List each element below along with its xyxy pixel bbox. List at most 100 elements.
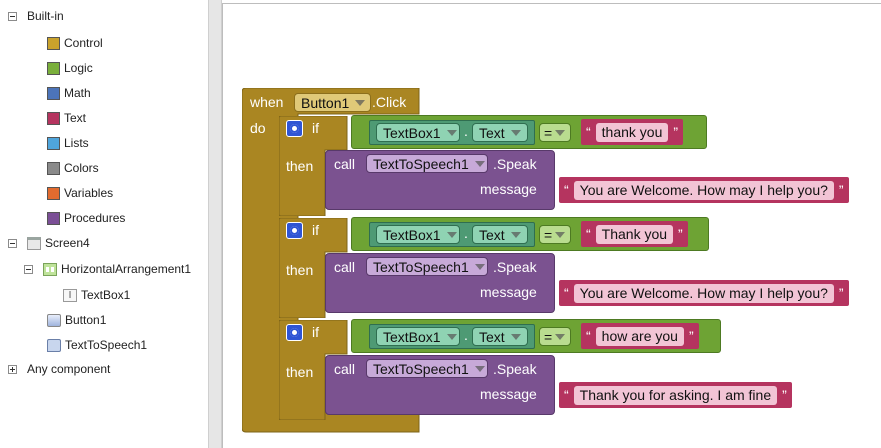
method-name: .Speak: [493, 156, 537, 172]
tree-item-procedures[interactable]: Procedures: [47, 208, 125, 228]
text-value[interactable]: You are Welcome. How may I help you?: [573, 283, 834, 303]
tree-item-button[interactable]: Button1: [47, 310, 106, 330]
component-dropdown[interactable]: TextBox1: [376, 123, 460, 142]
blocks-workspace[interactable]: when Button1 .Click do if then TextBox1 …: [222, 3, 881, 448]
chevron-down-icon: [446, 333, 457, 340]
text-value[interactable]: how are you: [595, 326, 684, 346]
component-dropdown[interactable]: Button1: [294, 93, 372, 112]
operator-dropdown[interactable]: =: [539, 225, 571, 244]
call-keyword: call: [334, 361, 356, 377]
text-value[interactable]: You are Welcome. How may I help you?: [573, 180, 834, 200]
param-label: message: [480, 386, 537, 402]
open-quote: “: [586, 124, 591, 140]
textbox-icon: I: [63, 288, 77, 302]
then-keyword: then: [286, 262, 314, 278]
tree-label: Logic: [64, 61, 93, 75]
component-dropdown[interactable]: TextBox1: [376, 225, 460, 244]
tree-item-horizontal-arrangement[interactable]: HorizontalArrangement1: [24, 259, 191, 279]
when-keyword: when: [250, 94, 284, 110]
property-name: Text: [479, 226, 505, 243]
collapse-icon[interactable]: [24, 264, 33, 274]
tree-item-textbox[interactable]: I TextBox1: [63, 285, 130, 305]
tree-item-lists[interactable]: Lists: [47, 133, 89, 153]
tree-item-builtin[interactable]: Built-in: [8, 6, 64, 26]
tree-label: TextToSpeech1: [65, 338, 148, 352]
tree-item-text[interactable]: Text: [47, 108, 86, 128]
tree-item-screen[interactable]: Screen4: [8, 233, 90, 253]
then-keyword: then: [286, 158, 314, 174]
text-literal-block[interactable]: “thank you”: [581, 119, 684, 145]
operator: =: [544, 328, 553, 345]
text-swatch-icon: [47, 111, 60, 125]
open-quote: “: [564, 387, 569, 403]
do-keyword: do: [250, 120, 266, 136]
open-quote: “: [564, 285, 569, 301]
button-icon: [47, 313, 61, 327]
open-quote: “: [586, 328, 591, 344]
control-swatch-icon: [47, 36, 60, 50]
param-label: message: [480, 181, 537, 197]
colors-swatch-icon: [47, 161, 60, 175]
panel-splitter[interactable]: [208, 0, 222, 448]
property-dropdown[interactable]: Text: [472, 327, 528, 346]
tree-label: Any component: [27, 362, 111, 376]
param-label: message: [480, 284, 537, 300]
tree-item-math[interactable]: Math: [47, 83, 91, 103]
chevron-down-icon: [510, 129, 521, 136]
property-name: Text: [479, 328, 505, 345]
tree-item-logic[interactable]: Logic: [47, 58, 93, 78]
dot-label: .: [464, 225, 468, 241]
tree-label: Control: [64, 36, 103, 50]
chevron-down-icon: [446, 231, 457, 238]
component-name: TextToSpeech1: [373, 258, 469, 275]
tree-item-any-component[interactable]: Any component: [8, 359, 110, 379]
text-value[interactable]: Thank you: [595, 224, 674, 244]
call-keyword: call: [334, 259, 356, 275]
component-dropdown[interactable]: TextToSpeech1: [366, 154, 488, 173]
tree-item-colors[interactable]: Colors: [47, 158, 99, 178]
component-name: TextBox1: [383, 124, 441, 141]
text-literal-block[interactable]: “You are Welcome. How may I help you?”: [559, 177, 849, 203]
tree-label: Procedures: [64, 211, 126, 225]
tree-label: Variables: [64, 186, 114, 200]
tree-label: Math: [64, 86, 91, 100]
mutator-gear-icon[interactable]: [286, 222, 303, 239]
text-literal-block[interactable]: “how are you”: [581, 323, 699, 349]
text-value[interactable]: thank you: [595, 122, 669, 142]
operator-dropdown[interactable]: =: [539, 123, 571, 142]
tree-label: HorizontalArrangement1: [61, 262, 192, 276]
mutator-gear-icon[interactable]: [286, 120, 303, 137]
expand-icon[interactable]: [8, 364, 17, 374]
tree-item-variables[interactable]: Variables: [47, 183, 113, 203]
property-dropdown[interactable]: Text: [472, 123, 528, 142]
tree-item-control[interactable]: Control: [47, 33, 103, 53]
procedures-swatch-icon: [47, 211, 60, 225]
property-dropdown[interactable]: Text: [472, 225, 528, 244]
component-dropdown[interactable]: TextBox1: [376, 327, 460, 346]
text-literal-block[interactable]: “Thank you for asking. I am fine”: [559, 382, 792, 408]
chevron-down-icon: [474, 263, 485, 270]
text-value[interactable]: Thank you for asking. I am fine: [573, 385, 778, 405]
call-keyword: call: [334, 156, 356, 172]
close-quote: ”: [688, 328, 694, 344]
if-keyword: if: [312, 324, 319, 340]
chevron-down-icon: [510, 231, 521, 238]
open-quote: “: [564, 182, 569, 198]
close-quote: ”: [838, 285, 844, 301]
tree-label: Lists: [64, 136, 89, 150]
lists-swatch-icon: [47, 136, 60, 150]
component-name: TextToSpeech1: [373, 360, 469, 377]
text-literal-block[interactable]: “Thank you”: [581, 221, 688, 247]
text-literal-block[interactable]: “You are Welcome. How may I help you?”: [559, 280, 849, 306]
collapse-icon[interactable]: [8, 238, 17, 248]
collapse-icon[interactable]: [8, 11, 17, 21]
component-name: TextToSpeech1: [373, 155, 469, 172]
speech-bubble-icon: [47, 338, 61, 352]
mutator-gear-icon[interactable]: [286, 324, 303, 341]
component-dropdown[interactable]: TextToSpeech1: [366, 359, 488, 378]
if-keyword: if: [312, 222, 319, 238]
math-swatch-icon: [47, 86, 60, 100]
operator-dropdown[interactable]: =: [539, 327, 571, 346]
component-dropdown[interactable]: TextToSpeech1: [366, 257, 488, 276]
tree-item-texttospeech[interactable]: TextToSpeech1: [47, 335, 147, 355]
